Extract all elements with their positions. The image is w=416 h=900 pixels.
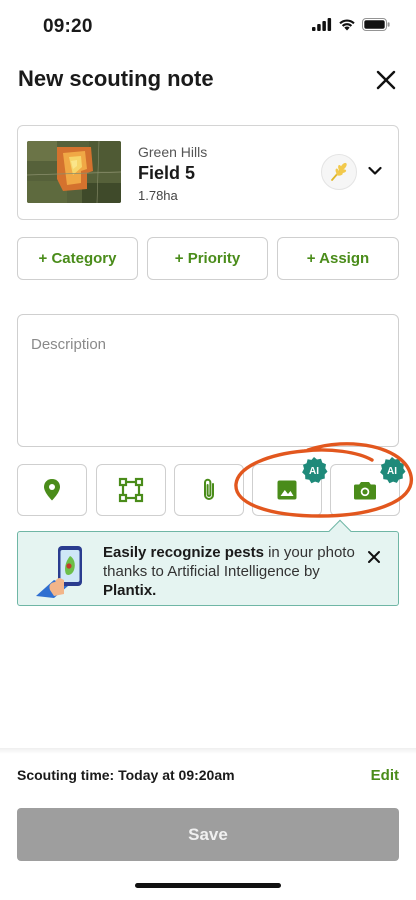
field-selector[interactable]: Green Hills Field 5 1.78ha (17, 125, 399, 220)
svg-text:AI: AI (309, 466, 319, 477)
field-name: Field 5 (138, 163, 196, 183)
save-button[interactable]: Save (17, 808, 399, 861)
description-placeholder: Description (31, 336, 107, 353)
edit-time-link[interactable]: Edit (371, 767, 399, 784)
status-bar: 09:20 (0, 0, 416, 54)
status-time: 09:20 (43, 16, 93, 37)
phone-pest-scan-illustration (36, 546, 82, 598)
add-category-button[interactable]: + Category (17, 237, 138, 280)
tip-text: Easily recognize pests in your photo tha… (103, 543, 358, 600)
status-icons (312, 18, 390, 31)
wifi-icon (339, 19, 355, 31)
draw-area-button[interactable] (96, 464, 166, 516)
add-location-button[interactable] (17, 464, 87, 516)
close-icon[interactable] (366, 549, 382, 565)
cellular-signal-icon (312, 18, 332, 31)
page-title: New scouting note (18, 66, 214, 91)
close-button[interactable] (370, 64, 402, 96)
take-photo-ai-button[interactable]: AI (330, 457, 406, 516)
battery-icon (362, 18, 390, 31)
tip-brand: Plantix. (103, 582, 157, 599)
location-pin-icon (44, 479, 60, 501)
tip-bold-headline: Easily recognize pests (103, 544, 264, 561)
add-assign-button[interactable]: + Assign (277, 237, 399, 280)
crop-badge (321, 154, 357, 190)
svg-text:AI: AI (387, 466, 397, 477)
camera-icon (354, 482, 376, 500)
footer-divider (0, 748, 416, 754)
draw-area-icon (118, 477, 144, 503)
attach-file-button[interactable] (174, 464, 244, 516)
wheat-icon (331, 162, 347, 181)
home-indicator (135, 883, 281, 888)
add-image-ai-button[interactable]: AI (252, 457, 328, 516)
tip-pointer (328, 519, 352, 543)
attachment-icon (204, 478, 214, 500)
close-icon (376, 70, 396, 90)
scouting-time-label: Scouting time: Today at 09:20am (17, 767, 235, 783)
chevron-down-icon[interactable] (366, 162, 384, 180)
ai-badge-icon: AI (380, 457, 406, 484)
field-satellite-thumbnail (27, 141, 121, 203)
ai-badge-icon: AI (302, 457, 328, 484)
description-input[interactable]: Description (17, 314, 399, 447)
field-area: 1.78ha (138, 188, 178, 203)
ai-tip-banner: Easily recognize pests in your photo tha… (17, 519, 399, 606)
image-icon (277, 480, 297, 500)
header: New scouting note (0, 60, 416, 100)
add-priority-button[interactable]: + Priority (147, 237, 268, 280)
farm-name: Green Hills (138, 144, 208, 160)
